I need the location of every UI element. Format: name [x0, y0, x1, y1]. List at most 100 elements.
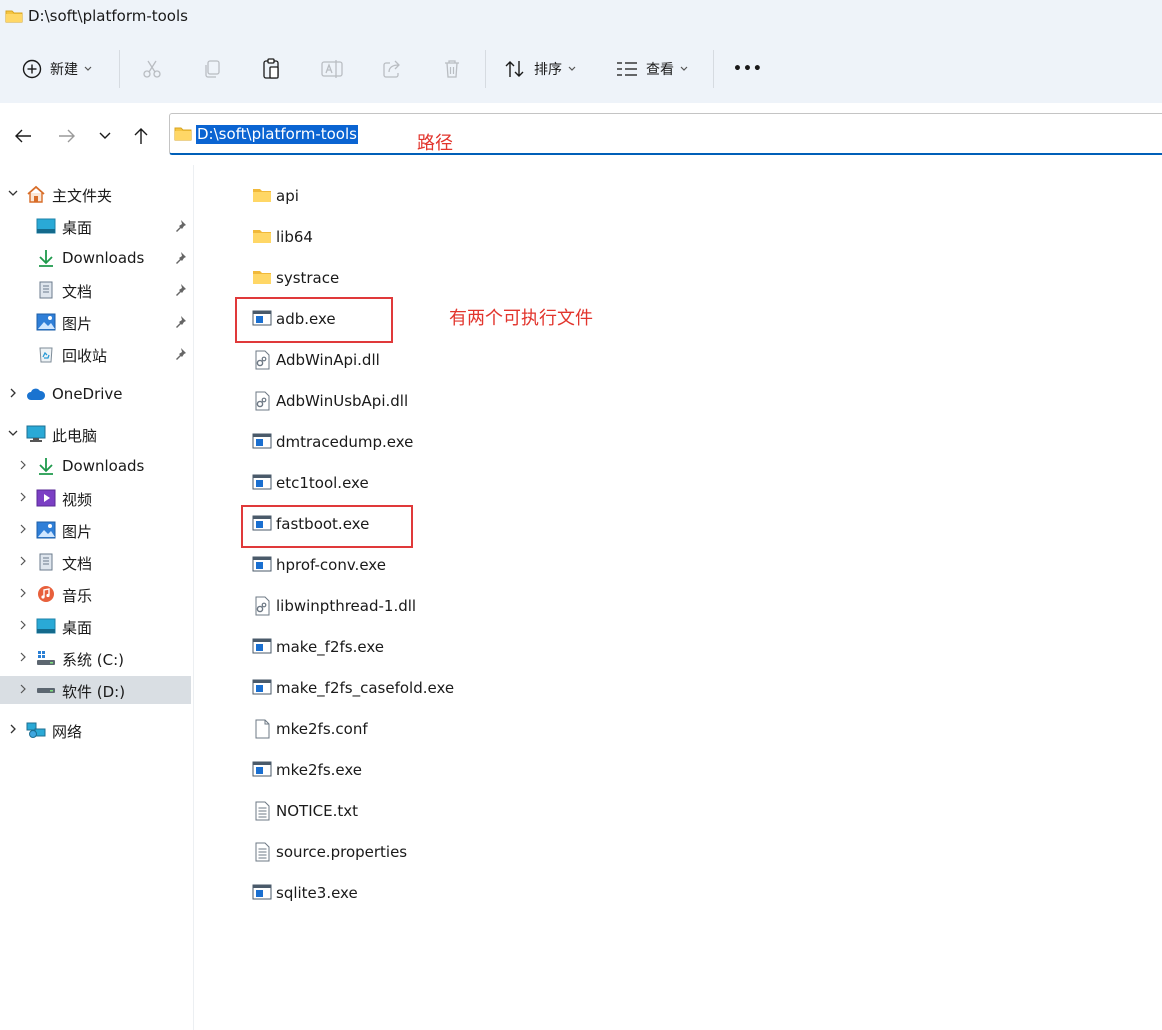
file-name: source.properties	[276, 843, 408, 861]
file-name: dmtracedump.exe	[276, 433, 414, 451]
address-path-text[interactable]: D:\soft\platform-tools	[196, 125, 358, 144]
file-name: hprof-conv.exe	[276, 556, 386, 574]
sidebar-item-music[interactable]: 音乐	[0, 580, 191, 608]
back-button[interactable]	[10, 123, 36, 149]
file-row-exe[interactable]: make_f2fs_casefold.exe	[252, 673, 652, 703]
cloud-icon	[27, 388, 46, 400]
sidebar-item-drive-d[interactable]: 软件 (D:)	[0, 676, 191, 704]
blank-file-icon	[252, 719, 274, 739]
file-row-exe[interactable]: mke2fs.exe	[252, 755, 652, 785]
sidebar-label: 桌面	[62, 619, 93, 637]
sort-button[interactable]: 排序	[504, 49, 576, 89]
copy-button[interactable]	[202, 49, 222, 89]
sidebar-label: OneDrive	[52, 385, 123, 403]
sidebar-item-downloads[interactable]: Downloads	[0, 244, 191, 272]
file-row-exe[interactable]: dmtracedump.exe	[252, 427, 652, 457]
sidebar-item-pictures[interactable]: 图片	[0, 308, 191, 336]
file-row-txt[interactable]: source.properties	[252, 837, 652, 867]
file-row-exe[interactable]: etc1tool.exe	[252, 468, 652, 498]
sidebar-item-pc-documents[interactable]: 文档	[0, 548, 191, 576]
sidebar-item-pc-pictures[interactable]: 图片	[0, 516, 191, 544]
view-label: 查看	[646, 62, 674, 78]
folder-icon	[174, 126, 192, 145]
sidebar-item-pc-desktop[interactable]: 桌面	[0, 612, 191, 640]
pin-icon[interactable]	[173, 251, 187, 265]
file-row-txt[interactable]: NOTICE.txt	[252, 796, 652, 826]
delete-button[interactable]	[442, 49, 462, 89]
executable-icon	[252, 473, 274, 493]
file-row-exe[interactable]: hprof-conv.exe	[252, 550, 652, 580]
paste-button[interactable]	[261, 49, 281, 89]
rename-icon	[321, 60, 343, 78]
file-row-folder[interactable]: api	[252, 181, 652, 211]
dll-gear-icon	[252, 596, 274, 616]
file-name: systrace	[276, 269, 340, 287]
chevron-down-icon	[99, 132, 111, 139]
pin-icon[interactable]	[173, 219, 187, 233]
chevron-down-icon	[8, 190, 18, 196]
sidebar-item-desktop[interactable]: 桌面	[0, 212, 191, 240]
sidebar-item-network[interactable]: 网络	[0, 716, 191, 744]
sidebar-item-videos[interactable]: 视频	[0, 484, 191, 512]
sidebar-item-onedrive[interactable]: OneDrive	[0, 380, 191, 408]
music-icon	[38, 586, 54, 602]
share-button[interactable]	[382, 49, 402, 89]
executable-icon	[252, 555, 274, 575]
file-name: make_f2fs_casefold.exe	[276, 679, 455, 697]
folder-icon	[252, 186, 274, 206]
file-row-dll[interactable]: AdbWinApi.dll	[252, 345, 652, 375]
file-row-conf[interactable]: mke2fs.conf	[252, 714, 652, 744]
file-name: mke2fs.exe	[276, 761, 363, 779]
more-options-button[interactable]: •••	[733, 49, 763, 89]
sidebar-item-recycle-bin[interactable]: 回收站	[0, 340, 191, 368]
text-file-icon	[252, 801, 274, 821]
file-name: libwinpthread-1.dll	[276, 597, 417, 615]
view-list-icon	[617, 62, 637, 76]
system-drive-icon	[37, 651, 55, 665]
file-row-exe[interactable]: make_f2fs.exe	[252, 632, 652, 662]
recent-locations-button[interactable]	[92, 123, 118, 149]
sidebar-item-this-pc[interactable]: 此电脑	[0, 420, 191, 448]
dll-gear-icon	[252, 391, 274, 411]
view-button[interactable]: 查看	[616, 49, 688, 89]
pictures-icon	[36, 313, 56, 331]
sidebar-label: Downloads	[62, 249, 145, 267]
file-row-folder[interactable]: lib64	[252, 222, 652, 252]
sidebar-item-pc-downloads[interactable]: Downloads	[0, 452, 191, 480]
sidebar-label: 此电脑	[52, 427, 98, 445]
share-icon	[383, 60, 400, 78]
sidebar-item-drive-c[interactable]: 系统 (C:)	[0, 644, 191, 672]
highlight-box-adb	[235, 297, 393, 343]
copy-icon	[205, 60, 220, 78]
file-name: make_f2fs.exe	[276, 638, 384, 656]
pin-icon[interactable]	[173, 347, 187, 361]
path-annotation: 路径	[417, 133, 453, 154]
pin-icon[interactable]	[173, 283, 187, 297]
file-row-exe[interactable]: sqlite3.exe	[252, 878, 652, 908]
rename-button[interactable]	[321, 49, 343, 89]
file-row-dll[interactable]: AdbWinUsbApi.dll	[252, 386, 652, 416]
download-icon	[39, 250, 53, 267]
folder-icon	[252, 268, 274, 288]
forward-button[interactable]	[54, 123, 80, 149]
new-button[interactable]: 新建	[22, 49, 92, 89]
sidebar-label: Downloads	[62, 457, 145, 475]
video-icon	[36, 489, 56, 507]
cut-button[interactable]	[142, 49, 162, 89]
new-label: 新建	[50, 62, 78, 78]
executable-icon	[252, 760, 274, 780]
up-button[interactable]	[128, 123, 154, 149]
sidebar-item-home[interactable]: 主文件夹	[0, 180, 191, 208]
chevron-right-icon	[20, 652, 26, 662]
sidebar-label: 图片	[62, 315, 93, 333]
executable-icon	[252, 883, 274, 903]
file-name: mke2fs.conf	[276, 720, 368, 738]
file-row-folder[interactable]: systrace	[252, 263, 652, 293]
pin-icon[interactable]	[173, 315, 187, 329]
navigation-row: D:\soft\platform-tools	[0, 103, 1162, 165]
file-row-dll[interactable]: libwinpthread-1.dll	[252, 591, 652, 621]
highlight-box-fastboot	[241, 505, 413, 548]
address-bar[interactable]: D:\soft\platform-tools	[169, 113, 1162, 155]
sort-label: 排序	[534, 62, 562, 78]
sidebar-item-documents[interactable]: 文档	[0, 276, 191, 304]
